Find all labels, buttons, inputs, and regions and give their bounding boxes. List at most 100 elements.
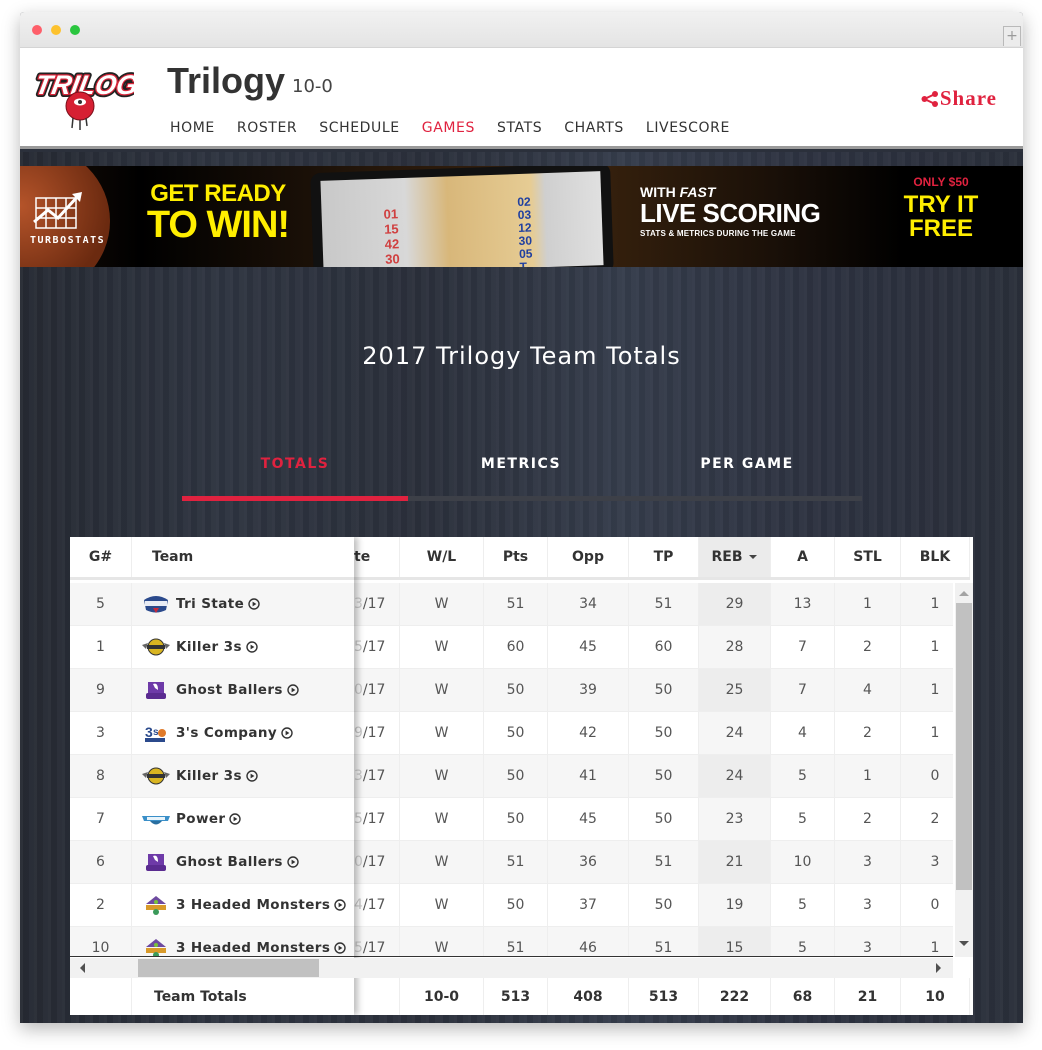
horizontal-scroll-thumb[interactable]: [138, 959, 319, 977]
col-header-reb[interactable]: REB: [699, 537, 771, 577]
play-circle-icon[interactable]: [248, 598, 260, 610]
table-row-frozen[interactable]: 9 Ghost Ballers: [70, 669, 354, 712]
scroll-up-arrow-icon[interactable]: [959, 591, 969, 596]
maximize-window-button[interactable]: [70, 25, 80, 35]
svg-text:3: 3: [145, 724, 153, 740]
nav-home[interactable]: HOME: [170, 120, 215, 136]
ad-headline: GET READY TO WIN!: [146, 180, 290, 246]
nav-games[interactable]: GAMES: [422, 120, 475, 136]
cell-team[interactable]: 3 Headed Monsters: [132, 927, 354, 956]
col-header-wl[interactable]: W/L: [400, 537, 484, 577]
minimize-window-button[interactable]: [51, 25, 61, 35]
cell-reb: 25: [699, 669, 771, 711]
cell-pts: 51: [484, 841, 548, 883]
tab-active-indicator: [182, 496, 408, 501]
table-row-frozen[interactable]: 3 3 s 3's Company: [70, 712, 354, 755]
cell-reb: 21: [699, 841, 771, 883]
nav-schedule[interactable]: SCHEDULE: [319, 120, 400, 136]
col-header-gnum[interactable]: G#: [70, 537, 132, 577]
cell-team[interactable]: Ghost Ballers: [132, 841, 354, 883]
play-circle-icon[interactable]: [246, 641, 258, 653]
team-logo-icon[interactable]: TRILOGY TRILOGY TRILOGY: [28, 60, 134, 132]
cell-wl: W: [400, 884, 484, 926]
team-link[interactable]: 3 Headed Monsters: [176, 940, 330, 956]
cell-a: 4: [771, 712, 835, 754]
tab-metrics[interactable]: METRICS: [408, 456, 634, 472]
horizontal-scrollbar[interactable]: [70, 958, 953, 978]
team-link[interactable]: Killer 3s: [176, 768, 242, 784]
scroll-right-arrow-icon[interactable]: [936, 963, 941, 973]
cell-stl: 2: [835, 712, 901, 754]
table-row-frozen[interactable]: 6 Ghost Ballers: [70, 841, 354, 884]
col-header-team[interactable]: Team: [132, 537, 354, 577]
cell-game-number: 8: [70, 755, 132, 797]
play-circle-icon[interactable]: [334, 899, 347, 911]
cell-opp: 42: [548, 712, 629, 754]
table-row-frozen[interactable]: 2 3 Headed Monsters: [70, 884, 354, 927]
cell-blk: 0: [901, 884, 953, 926]
team-link[interactable]: Killer 3s: [176, 639, 242, 655]
play-circle-icon[interactable]: [287, 856, 299, 868]
cell-team[interactable]: Ghost Ballers: [132, 669, 354, 711]
tab-totals[interactable]: TOTALS: [182, 456, 408, 472]
cell-game-number: 6: [70, 841, 132, 883]
cell-team[interactable]: 3 Headed Monsters: [132, 884, 354, 926]
col-header-date[interactable]: te: [354, 537, 400, 577]
nav-roster[interactable]: ROSTER: [237, 120, 297, 136]
scroll-down-arrow-icon[interactable]: [959, 941, 969, 946]
ad-cta[interactable]: ONLY $50 TRY IT FREE: [896, 176, 986, 241]
play-circle-icon[interactable]: [287, 684, 299, 696]
team-link[interactable]: Tri State: [176, 596, 244, 612]
col-header-opp[interactable]: Opp: [548, 537, 629, 577]
cell-team[interactable]: 3 s 3's Company: [132, 712, 354, 754]
vertical-scroll-thumb[interactable]: [956, 603, 972, 890]
col-header-a[interactable]: A: [771, 537, 835, 577]
scroll-left-arrow-icon[interactable]: [80, 963, 85, 973]
table-row-frozen[interactable]: 10 3 Headed Monsters: [70, 927, 354, 956]
col-header-tp[interactable]: TP: [629, 537, 699, 577]
table-row-frozen[interactable]: 1 Killer 3s: [70, 626, 354, 669]
new-tab-button[interactable]: +: [1003, 26, 1021, 46]
col-header-stl[interactable]: STL: [835, 537, 901, 577]
cell-wl: W: [400, 927, 484, 956]
tab-per-game[interactable]: PER GAME: [634, 456, 860, 472]
cell-team[interactable]: Tri State: [132, 583, 354, 625]
cell-opp: 39: [548, 669, 629, 711]
table-row-frozen[interactable]: 8 Killer 3s: [70, 755, 354, 798]
cell-a: 5: [771, 927, 835, 956]
cell-game-number: 9: [70, 669, 132, 711]
play-circle-icon[interactable]: [281, 727, 293, 739]
3-headed-monsters-logo-icon: [142, 895, 176, 915]
stats-tabs: TOTALS METRICS PER GAME: [182, 456, 862, 502]
play-circle-icon[interactable]: [246, 770, 258, 782]
tablet-screenshot-graphic: 01 15 42 30 02 03 12 30 05 T: [310, 166, 614, 267]
team-link[interactable]: 3 Headed Monsters: [176, 897, 330, 913]
cell-pts: 50: [484, 884, 548, 926]
col-header-pts[interactable]: Pts: [484, 537, 548, 577]
cell-team[interactable]: Killer 3s: [132, 626, 354, 668]
table-row-frozen[interactable]: 7 Power: [70, 798, 354, 841]
team-link[interactable]: Ghost Ballers: [176, 682, 283, 698]
play-circle-icon[interactable]: [334, 942, 347, 954]
turbostats-ad-banner[interactable]: TURBOSTATS GET READY TO WIN! 01 15 42 30…: [20, 166, 1023, 267]
cell-opp: 46: [548, 927, 629, 956]
vertical-scrollbar[interactable]: [955, 583, 973, 957]
col-header-blk[interactable]: BLK: [901, 537, 970, 577]
cell-pts: 51: [484, 583, 548, 625]
cell-team[interactable]: Power: [132, 798, 354, 840]
cell-tp: 50: [629, 884, 699, 926]
share-button[interactable]: Share: [921, 86, 997, 111]
team-link[interactable]: Ghost Ballers: [176, 854, 283, 870]
nav-charts[interactable]: CHARTS: [564, 120, 624, 136]
close-window-button[interactable]: [32, 25, 42, 35]
cell-date: 9/17: [354, 712, 400, 754]
nav-stats[interactable]: STATS: [497, 120, 542, 136]
cell-game-number: 3: [70, 712, 132, 754]
table-row-frozen[interactable]: 5 Tri State: [70, 583, 354, 626]
nav-livescore[interactable]: LIVESCORE: [646, 120, 730, 136]
cell-date: 5/17: [354, 798, 400, 840]
team-link[interactable]: Power: [176, 811, 225, 827]
play-circle-icon[interactable]: [229, 813, 242, 825]
team-link[interactable]: 3's Company: [176, 725, 277, 741]
cell-team[interactable]: Killer 3s: [132, 755, 354, 797]
